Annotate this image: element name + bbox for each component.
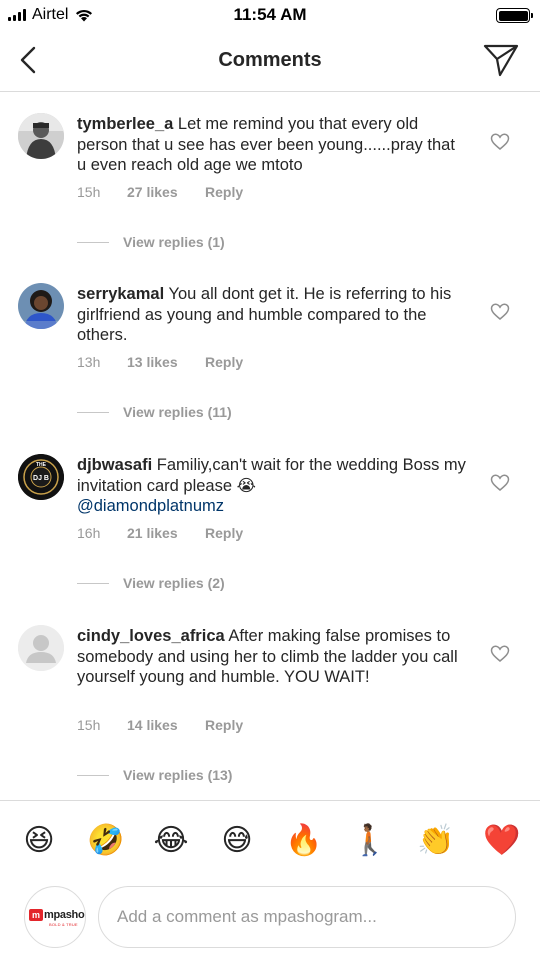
divider — [77, 582, 109, 584]
comment-text: serrykamal You all dont get it. He is re… — [77, 284, 467, 346]
comment-text: tymberlee_a Let me remind you that every… — [77, 114, 467, 176]
rofl-emoji-button[interactable]: 🤣 — [87, 823, 124, 859]
view-replies-label: View replies (13) — [123, 767, 233, 783]
comment-username[interactable]: djbwasafi — [77, 456, 152, 474]
battery-icon — [496, 8, 533, 23]
divider — [77, 411, 109, 413]
fire-emoji-button[interactable]: 🔥 — [285, 823, 322, 859]
joy-emoji-button[interactable]: 😂 — [153, 823, 189, 859]
comment-input[interactable] — [98, 886, 516, 948]
sweat-smile-emoji-button[interactable]: 😅 — [219, 823, 255, 859]
heart-icon[interactable] — [490, 302, 510, 322]
status-bar: Airtel 11:54 AM — [0, 0, 540, 30]
heart-icon[interactable] — [490, 132, 510, 152]
clock: 11:54 AM — [233, 5, 307, 24]
comment-item: THE DJ B djbwasafi Familiy,can't wait fo… — [0, 433, 540, 603]
comment-likes[interactable]: 21 likes — [127, 525, 205, 541]
comment-time: 13h — [77, 354, 101, 370]
view-replies-label: View replies (2) — [123, 575, 225, 591]
comment-time: 15h — [77, 717, 101, 733]
comment-item: tymberlee_a Let me remind you that every… — [0, 92, 540, 262]
divider — [77, 774, 109, 776]
page-title: Comments — [218, 49, 322, 71]
avatar-logo-text-top: THE — [36, 462, 47, 468]
heart-icon[interactable] — [490, 644, 510, 664]
red-heart-emoji-button[interactable]: ❤️ — [483, 823, 520, 859]
comment-meta: 15h 14 likes Reply — [77, 717, 243, 733]
avatar[interactable]: m mpasho BOLD & TRUE — [24, 886, 86, 948]
avatar[interactable] — [18, 625, 64, 671]
avatar[interactable] — [18, 283, 64, 329]
view-replies-label: View replies (11) — [123, 404, 232, 420]
avatar-logo-text: DJ B — [33, 475, 49, 482]
comment-meta: 15h 27 likes Reply — [77, 184, 243, 200]
comment-username[interactable]: cindy_loves_africa — [77, 627, 225, 645]
logo-text: mpasho — [44, 909, 85, 921]
comment-item: cindy_loves_africa After making false pr… — [0, 604, 540, 800]
header: Comments — [0, 30, 540, 92]
reply-button[interactable]: Reply — [205, 717, 243, 733]
comment-username[interactable]: serrykamal — [77, 285, 164, 303]
view-replies-button[interactable]: View replies (1) — [77, 234, 225, 250]
comment-text: djbwasafi Familiy,can't wait for the wed… — [77, 455, 467, 517]
comment-time: 16h — [77, 525, 101, 541]
divider — [77, 241, 109, 243]
comment-text: cindy_loves_africa After making false pr… — [77, 626, 467, 688]
comment-likes[interactable]: 14 likes — [127, 717, 205, 733]
view-replies-label: View replies (1) — [123, 234, 225, 250]
grinning-squinting-emoji-button[interactable]: 😆 — [21, 823, 57, 859]
view-replies-button[interactable]: View replies (2) — [77, 575, 225, 591]
walking-person-emoji-button[interactable]: 🚶🏾 — [351, 823, 388, 859]
comment-mention[interactable]: @diamondplatnumz — [77, 497, 224, 515]
heart-icon[interactable] — [490, 473, 510, 493]
comment-username[interactable]: tymberlee_a — [77, 115, 173, 133]
reply-button[interactable]: Reply — [205, 184, 243, 200]
paper-plane-icon[interactable] — [482, 42, 520, 78]
clapping-emoji-button[interactable]: 👏 — [417, 823, 454, 859]
emoji-bar: 😆 🤣 😂 😅 🔥 🚶🏾 👏 ❤️ — [0, 800, 540, 880]
comment-time: 15h — [77, 184, 101, 200]
comment-likes[interactable]: 27 likes — [127, 184, 205, 200]
view-replies-button[interactable]: View replies (13) — [77, 767, 232, 783]
logo-tagline: BOLD & TRUE — [49, 922, 78, 927]
comment-likes[interactable]: 13 likes — [127, 354, 205, 370]
mpasho-logo: m mpasho — [29, 909, 85, 921]
comment-meta: 13h 13 likes Reply — [77, 354, 243, 370]
reply-button[interactable]: Reply — [205, 354, 243, 370]
view-replies-button[interactable]: View replies (11) — [77, 404, 232, 420]
avatar[interactable] — [18, 113, 64, 159]
reply-button[interactable]: Reply — [205, 525, 243, 541]
comment-composer: m mpasho BOLD & TRUE — [0, 880, 540, 960]
comment-meta: 16h 21 likes Reply — [77, 525, 243, 541]
avatar[interactable]: THE DJ B — [18, 454, 64, 500]
comment-item: serrykamal You all dont get it. He is re… — [0, 262, 540, 432]
logo-mark: m — [29, 909, 43, 921]
